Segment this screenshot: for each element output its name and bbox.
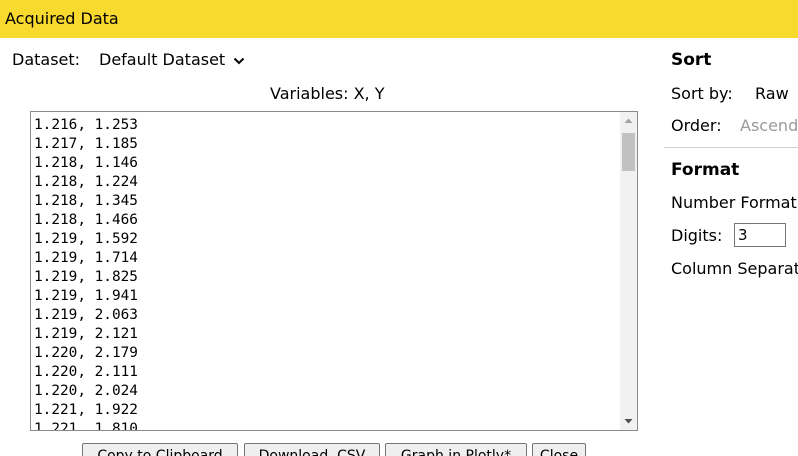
data-row: 1.219, 1.592: [34, 231, 138, 247]
data-row: 1.216, 1.253: [34, 117, 138, 133]
data-row: 1.219, 1.714: [34, 250, 138, 266]
dataset-select[interactable]: Default Dataset: [99, 50, 245, 70]
format-heading: Format: [671, 160, 740, 180]
data-row: 1.219, 1.825: [34, 269, 138, 285]
sort-heading: Sort: [671, 50, 712, 70]
data-textarea[interactable]: 1.216, 1.253 1.217, 1.185 1.218, 1.146 1.21…: [30, 111, 638, 431]
data-row: 1.221, 1.810: [34, 421, 138, 431]
data-row: 1.218, 1.146: [34, 155, 138, 171]
variables-label: Variables: X, Y: [270, 84, 385, 103]
order-label: Order:: [671, 116, 722, 135]
data-row: 1.218, 1.224: [34, 174, 138, 190]
scroll-up-arrow-icon[interactable]: [620, 112, 637, 129]
digits-input[interactable]: [734, 223, 786, 247]
order-select[interactable]: Ascending: [740, 116, 798, 136]
data-row: 1.218, 1.466: [34, 212, 138, 228]
scrollbar-thumb[interactable]: [622, 133, 635, 171]
title-bar: Acquired Data: [0, 0, 798, 38]
sort-by-select[interactable]: Raw: [755, 84, 789, 104]
column-separator-label: Column Separator: [671, 259, 798, 278]
sort-by-label: Sort by:: [671, 84, 733, 103]
dataset-select-value: Default Dataset: [99, 50, 226, 69]
number-format-label: Number Format: [671, 193, 797, 212]
dataset-label: Dataset:: [12, 50, 81, 69]
data-row: 1.220, 2.024: [34, 383, 138, 399]
section-divider: [664, 147, 798, 148]
data-row: 1.221, 1.922: [34, 402, 138, 418]
data-row: 1.219, 1.941: [34, 288, 138, 304]
copy-to-clipboard-button[interactable]: Copy to Clipboard: [82, 443, 238, 456]
close-button[interactable]: Close: [532, 443, 586, 456]
data-row: 1.217, 1.185: [34, 136, 138, 152]
data-lines: 1.216, 1.253 1.217, 1.185 1.218, 1.146 1.21…: [34, 116, 138, 431]
data-row: 1.219, 2.121: [34, 326, 138, 342]
window-title: Acquired Data: [5, 9, 119, 28]
digits-label: Digits:: [671, 226, 723, 245]
data-row: 1.218, 1.345: [34, 193, 138, 209]
data-row: 1.220, 2.111: [34, 364, 138, 380]
data-row: 1.220, 2.179: [34, 345, 138, 361]
download-csv-button[interactable]: Download .CSV: [244, 443, 380, 456]
data-row: 1.219, 2.063: [34, 307, 138, 323]
vertical-scrollbar[interactable]: [620, 112, 637, 430]
graph-in-plotly-button[interactable]: Graph in Plotly*: [385, 443, 527, 456]
scroll-down-arrow-icon[interactable]: [620, 413, 637, 430]
chevron-down-icon: [234, 57, 245, 64]
